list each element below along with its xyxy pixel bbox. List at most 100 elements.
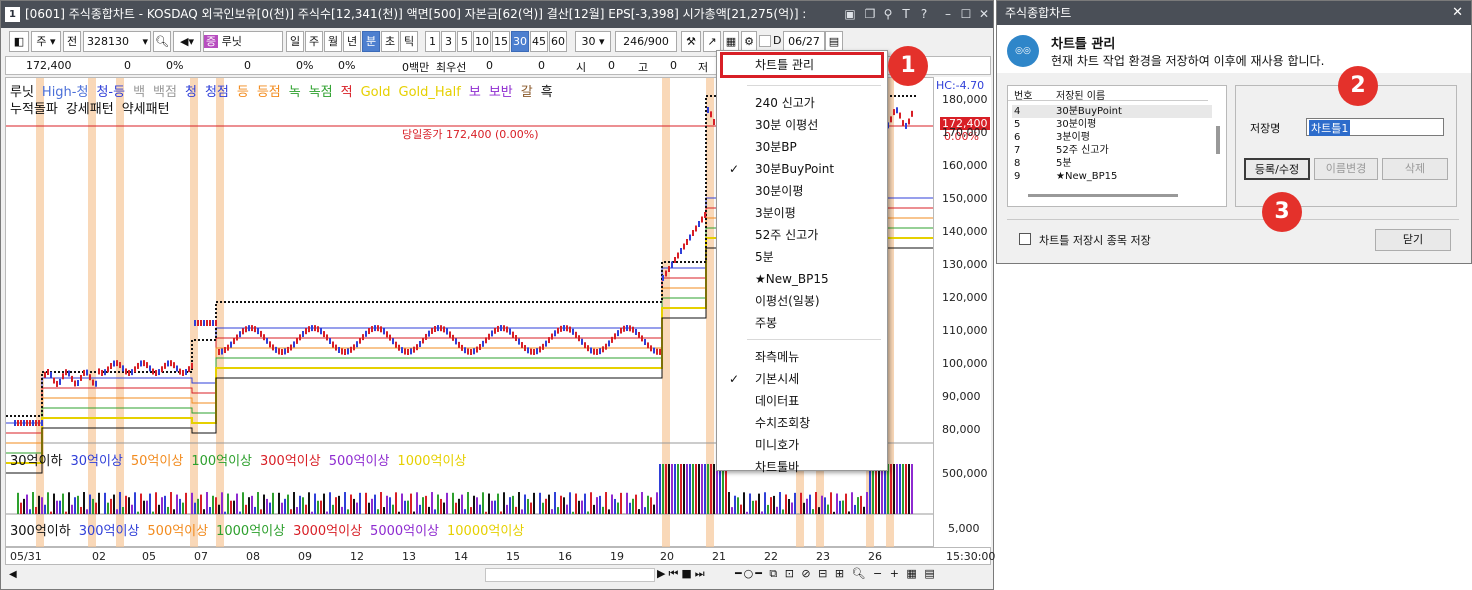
scroll-thumb[interactable] bbox=[485, 568, 655, 582]
menu-item-2[interactable]: 30분 이평선 bbox=[717, 115, 887, 135]
candle bbox=[299, 334, 301, 341]
price-axis[interactable]: HC:-4.70 172,400 0.00% 500,000 5,000 180… bbox=[933, 77, 991, 547]
chart-scrollbar[interactable]: ◀ ▶⏮■⏭ ━○━ ⧉ ⊡ ⊘ ⊟ ⊞ 🔍︎ − + ▦ ▤ bbox=[5, 566, 991, 585]
period-button-6[interactable]: 틱 bbox=[400, 31, 418, 52]
candle bbox=[509, 328, 511, 335]
date-prefix: D bbox=[773, 34, 782, 47]
rename-button[interactable]: 이름변경 bbox=[1314, 158, 1378, 180]
menu-item-7[interactable]: 52주 신고가 bbox=[717, 225, 887, 245]
saved-template-list[interactable]: 번호 저장된 이름 4 30분BuyPoint 5 30분이평 6 3분이평 7 52주 신고… bbox=[1007, 85, 1227, 207]
font-icon[interactable]: T bbox=[899, 6, 913, 22]
menu-item-4[interactable]: ✓ 30분BuyPoint bbox=[717, 159, 887, 179]
period-button-1[interactable]: 주 bbox=[305, 31, 323, 52]
minute-button-5[interactable]: 30 bbox=[511, 31, 529, 52]
menu-item-9[interactable]: ★New_BP15 bbox=[717, 269, 887, 289]
list-row[interactable]: 6 3분이평 bbox=[1012, 131, 1212, 144]
pin-icon[interactable]: ⚲ bbox=[881, 6, 895, 22]
close-icon[interactable]: ✕ bbox=[977, 6, 991, 22]
menu-item-1[interactable]: 240 신고가 bbox=[717, 93, 887, 113]
list-row[interactable]: 5 30분이평 bbox=[1012, 118, 1212, 131]
volume-bar bbox=[602, 506, 604, 514]
menu-item-10[interactable]: 이평선(일봉) bbox=[717, 291, 887, 311]
calendar-icon[interactable]: ▤ bbox=[825, 31, 843, 52]
menu-item-3[interactable]: 30분BP bbox=[717, 137, 887, 157]
list-row[interactable]: 4 30분BuyPoint bbox=[1012, 105, 1212, 118]
trend-tool-icon[interactable]: ↗ bbox=[703, 31, 721, 52]
period-button-2[interactable]: 월 bbox=[324, 31, 342, 52]
close-button[interactable]: 닫기 bbox=[1375, 229, 1451, 251]
save-icon[interactable]: ▦ bbox=[723, 31, 739, 52]
x-axis-label-13: 21 bbox=[712, 550, 726, 563]
maximize-icon[interactable]: ☐ bbox=[959, 6, 973, 22]
menu-item-label: 차트툴바 bbox=[755, 460, 800, 474]
restore-window-icon[interactable]: ❐ bbox=[863, 6, 877, 22]
zoom-controls[interactable]: ━○━ ⧉ ⊡ ⊘ ⊟ ⊞ 🔍︎ − + ▦ ▤ bbox=[735, 567, 937, 581]
volume-bar bbox=[812, 509, 814, 514]
period-button-3[interactable]: 년 bbox=[343, 31, 361, 52]
minute-button-2[interactable]: 5 bbox=[457, 31, 472, 52]
delete-button[interactable]: 삭제 bbox=[1382, 158, 1448, 180]
stock-code-input[interactable]: 328130 ▾ bbox=[83, 31, 151, 52]
dialog-close-icon[interactable]: ✕ bbox=[1452, 5, 1463, 20]
playback-controls[interactable]: ▶⏮■⏭ bbox=[657, 567, 708, 581]
indicator-icon[interactable]: ⚒ bbox=[681, 31, 701, 52]
save-name-input[interactable]: 차트틀1 bbox=[1306, 118, 1444, 136]
data-count-field[interactable]: 246/900 bbox=[615, 31, 677, 52]
period-button-5[interactable]: 초 bbox=[381, 31, 399, 52]
minute-button-7[interactable]: 60 bbox=[549, 31, 567, 52]
register-button[interactable]: 등록/수정 bbox=[1244, 158, 1310, 180]
legend-vol-1: 30억이상 bbox=[70, 454, 123, 469]
list-row[interactable]: 9 ★New_BP15 bbox=[1012, 170, 1212, 183]
save-stock-checkbox[interactable] bbox=[1019, 233, 1031, 245]
menu-item-13[interactable]: ✓ 기본시세 bbox=[717, 369, 887, 389]
speaker-icon[interactable]: ◀▾ bbox=[173, 31, 201, 52]
search-icon[interactable]: 🔍︎ bbox=[153, 31, 171, 52]
menu-item-16[interactable]: 미니호가 bbox=[717, 435, 887, 455]
minute-button-0[interactable]: 1 bbox=[425, 31, 440, 52]
x-axis-label-10: 16 bbox=[558, 550, 572, 563]
scroll-left-icon[interactable]: ◀ bbox=[9, 569, 17, 580]
candle bbox=[629, 325, 631, 332]
candle bbox=[656, 348, 658, 355]
dock-icon[interactable]: ▣ bbox=[843, 6, 857, 22]
list-row[interactable]: 8 5분 bbox=[1012, 157, 1212, 170]
minute-button-6[interactable]: 45 bbox=[530, 31, 548, 52]
candle bbox=[473, 348, 475, 355]
period-button-0[interactable]: 일 bbox=[286, 31, 304, 52]
volume-bar bbox=[788, 498, 790, 514]
candle bbox=[230, 341, 232, 348]
help-icon[interactable]: ? bbox=[917, 6, 931, 22]
menu-item-6[interactable]: 3분이평 bbox=[717, 203, 887, 223]
menu-item-17[interactable]: 차트툴바 bbox=[717, 457, 887, 477]
minute-button-4[interactable]: 15 bbox=[492, 31, 510, 52]
main-select[interactable]: 주 ▾ bbox=[31, 31, 61, 52]
menu-item-12[interactable]: 좌측메뉴 bbox=[717, 347, 887, 367]
dialog-heading: 차트틀 관리 bbox=[1051, 37, 1116, 52]
candle bbox=[44, 371, 46, 378]
y-axis-label-1: 170,000 bbox=[942, 126, 988, 139]
list-row[interactable]: 7 52주 신고가 bbox=[1012, 144, 1212, 157]
settings-icon[interactable]: ⚙ bbox=[741, 31, 757, 52]
interval-select[interactable]: 30 ▾ bbox=[575, 31, 611, 52]
date-input[interactable]: 06/27 bbox=[783, 31, 825, 52]
minimize-icon[interactable]: – bbox=[941, 6, 955, 22]
layout-icon[interactable]: ◧ bbox=[9, 31, 29, 52]
x-axis-label-2: 05 bbox=[142, 550, 156, 563]
minute-button-3[interactable]: 10 bbox=[473, 31, 491, 52]
list-scrollbar[interactable] bbox=[1216, 126, 1220, 154]
menu-item-15[interactable]: 수치조회창 bbox=[717, 413, 887, 433]
menu-item-14[interactable]: 데이터표 bbox=[717, 391, 887, 411]
period-button-4[interactable]: 분 bbox=[362, 31, 380, 52]
menu-item-8[interactable]: 5분 bbox=[717, 247, 887, 267]
candle bbox=[452, 334, 454, 341]
date-checkbox[interactable] bbox=[759, 35, 771, 47]
candle bbox=[614, 333, 616, 340]
prev-button[interactable]: 전 bbox=[63, 31, 81, 52]
menu-item-11[interactable]: 주봉 bbox=[717, 313, 887, 333]
volume-bar bbox=[314, 493, 316, 514]
list-hscrollbar[interactable] bbox=[1028, 194, 1178, 197]
menu-item-5[interactable]: 30분이평 bbox=[717, 181, 887, 201]
candle bbox=[113, 360, 115, 367]
stock-name-field[interactable]: 증 루닛 bbox=[203, 31, 283, 52]
minute-button-1[interactable]: 3 bbox=[441, 31, 456, 52]
